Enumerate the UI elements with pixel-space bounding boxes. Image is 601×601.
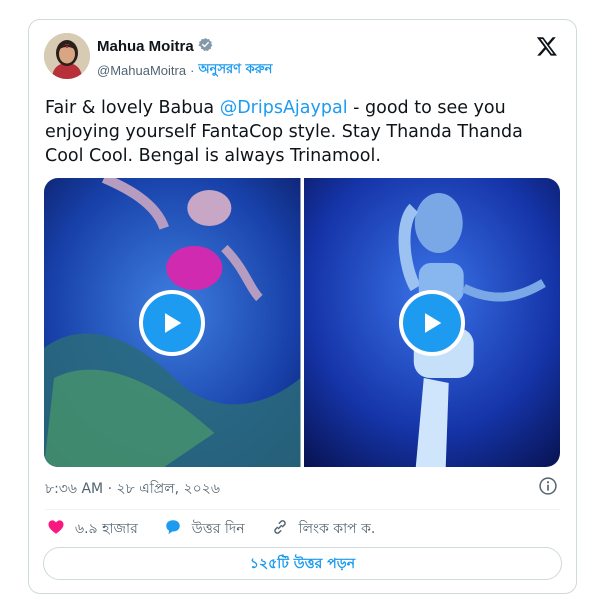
- media-grid: [44, 178, 560, 467]
- tweet-timestamp[interactable]: ৮:৩৬ AM · ২৮ এপ্রিল, ২০২৬: [45, 477, 220, 501]
- divider: [45, 509, 560, 510]
- info-icon[interactable]: [538, 476, 558, 496]
- link-icon: [271, 518, 289, 540]
- follow-button[interactable]: অনুসরণ করুন: [198, 60, 272, 81]
- author-name[interactable]: Mahua Moitra: [97, 38, 194, 55]
- tweet-text: Fair & lovely Babua @DripsAjaypal - good…: [45, 96, 565, 168]
- like-button[interactable]: ৬.৯ হাজার: [47, 517, 138, 541]
- tweet-text-before: Fair & lovely Babua: [45, 98, 220, 118]
- x-logo-icon[interactable]: [536, 35, 558, 57]
- avatar[interactable]: [44, 33, 90, 79]
- author-handle-row: @MahuaMoitra · অনুসরণ করুন: [97, 60, 272, 81]
- reply-label: উত্তর দিন: [191, 521, 245, 537]
- action-bar: ৬.৯ হাজার উত্তর দিন লিংক কাপ ক.: [47, 517, 401, 541]
- copy-link-label: লিংক কাপ ক.: [298, 521, 376, 537]
- copy-link-button[interactable]: লিংক কাপ ক.: [271, 517, 376, 541]
- video-thumbnail[interactable]: [44, 178, 301, 467]
- reply-button[interactable]: উত্তর দিন: [164, 517, 245, 541]
- play-button-icon[interactable]: [139, 289, 206, 356]
- like-count: ৬.৯ হাজার: [75, 521, 138, 537]
- tweet-card[interactable]: Mahua Moitra @MahuaMoitra · অনুসরণ করুন …: [28, 19, 577, 594]
- separator: ·: [190, 63, 195, 78]
- video-thumbnail[interactable]: [303, 178, 560, 467]
- reply-bubble-icon: [164, 518, 182, 540]
- verified-badge-icon: [198, 37, 213, 56]
- read-replies-button[interactable]: ১২৫টি উত্তর পড়ন: [43, 547, 562, 580]
- heart-icon: [47, 518, 65, 540]
- play-button-icon[interactable]: [398, 289, 465, 356]
- mention-link[interactable]: @DripsAjaypal: [220, 98, 348, 118]
- author-handle[interactable]: @MahuaMoitra: [97, 63, 186, 78]
- author-name-row: Mahua Moitra: [97, 37, 213, 56]
